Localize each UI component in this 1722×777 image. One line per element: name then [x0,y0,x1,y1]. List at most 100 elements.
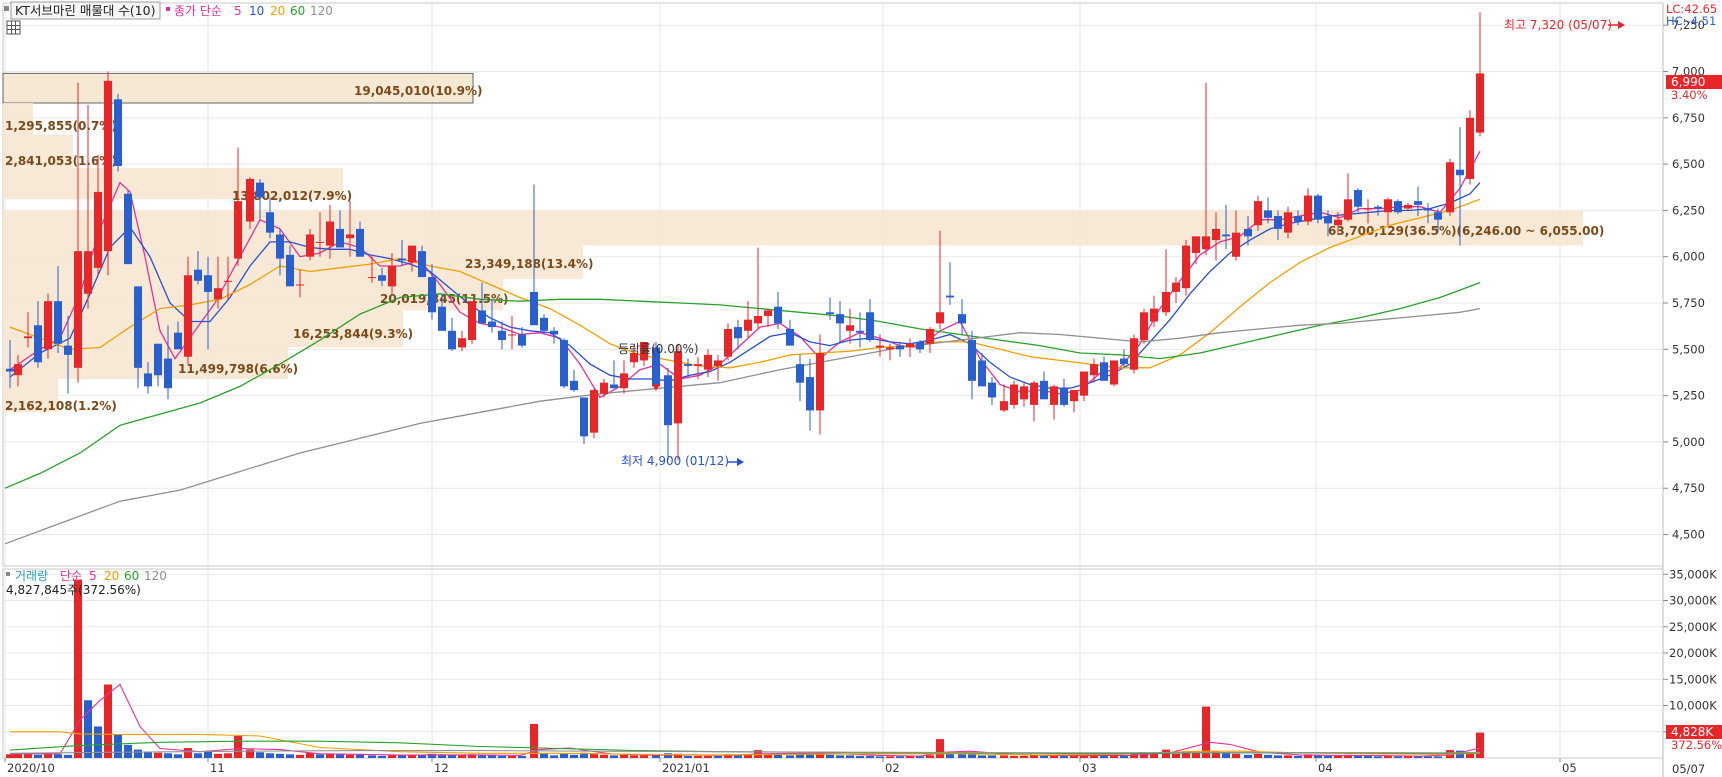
candle-body [14,364,22,376]
volume-bar [256,752,264,758]
candle-body [204,275,212,292]
candle-body [1476,73,1484,133]
candle-body [1080,371,1088,396]
volume-bar [458,755,466,758]
volume-bar [234,735,242,758]
candle-body [1324,215,1332,224]
candle-body [560,340,568,387]
volume-bar [346,754,354,758]
volume-bar [214,753,222,758]
date-tick-label: 05 [1562,761,1577,775]
candle-body [590,390,598,433]
candle-body [886,347,894,350]
corner-date: 05/07 [1672,762,1705,776]
candle-body [774,306,782,324]
legend-box-icon[interactable] [4,6,9,11]
volume-bar [1030,755,1038,758]
candle-body [1010,384,1018,405]
candle-body [24,336,32,339]
volume-bar [1100,755,1108,758]
candle-body [916,341,924,350]
volume-bar [54,754,62,758]
candle-body [694,364,702,366]
candle-body [184,275,192,357]
volume-bar [988,755,996,758]
volume-bar [24,753,32,758]
volume-bar [1222,753,1230,758]
volume-bar [1202,706,1210,758]
candle-body [1424,208,1432,211]
candle-body [876,345,884,348]
low-annotation: 최저 4,900 (01/12) [621,454,729,468]
candle-body [836,314,844,324]
candle-body [428,277,436,313]
candle-body [214,288,222,300]
volume-bar [906,756,914,758]
candle-body [610,384,618,389]
volume-profile-label: 2,162,108(1.2%) [5,399,117,413]
candle-body [1244,228,1252,237]
candle-body [508,334,516,336]
volume-bar [734,755,742,758]
volume-bar [1172,753,1180,758]
volume-tick-label: 15,000K [1669,672,1717,686]
volume-bar [144,751,152,758]
candle-body [104,80,112,252]
candle-body [796,364,804,383]
candle-body [478,310,486,324]
volume-profile-label: 16,253,844(9.3%) [293,327,413,341]
volume-bar [266,753,274,758]
table-icon[interactable] [6,20,21,35]
candle-body [34,325,42,363]
volume-bar [1244,754,1252,758]
candle-body [988,382,996,398]
volume-bar [610,755,618,758]
volume-bar [1434,756,1442,758]
volume-bar [846,755,854,758]
volume-tick-label: 10,000K [1669,699,1717,713]
volume-label: 거래량 [15,569,48,583]
candle-body [684,364,692,366]
candle-body [1344,199,1352,220]
candle-body [1150,308,1158,322]
candle-body [856,330,864,333]
volume-bar [498,755,506,758]
volume-bar [1314,755,1322,758]
candle-body [968,340,976,381]
volume-pct-tag: 372.56% [1671,738,1722,752]
price-tick-label: 5,500 [1672,342,1705,356]
volume-bar [488,755,496,758]
volume-bar [1334,755,1342,758]
candle-body [194,269,202,281]
volume-bar [64,754,72,758]
candle-body [316,241,324,243]
price-tick-label: 5,750 [1672,296,1705,310]
candle-body [1334,219,1342,226]
candle-body [164,358,172,389]
volume-bar [1120,755,1128,758]
candle-body [1434,212,1442,220]
volume-tick-label: 20,000K [1669,646,1717,660]
volume-legend-icon[interactable] [6,572,10,576]
candle-body [926,328,934,344]
candle-body [1192,236,1200,254]
volume-bar [336,754,344,758]
candle-body [234,201,242,259]
candle-body [1110,360,1118,385]
candle-body [1456,169,1464,176]
volume-bar [1264,754,1272,758]
candle-body [1172,282,1180,292]
candle-body [154,343,162,376]
volume-bar [1374,756,1382,758]
vol-ma-period-60: 60 [124,569,139,583]
candle-body [1222,234,1230,237]
volume-bar [224,753,232,758]
candle-body [336,228,344,248]
volume-bar [796,754,804,758]
date-tick-label: 03 [1082,761,1097,775]
candle-body [418,251,426,278]
price-tick-label: 6,750 [1672,111,1705,125]
volume-bar [856,755,864,758]
stock-label: KT서브마린 매물대 수(10) [15,3,155,18]
volume-bar [1364,755,1372,758]
